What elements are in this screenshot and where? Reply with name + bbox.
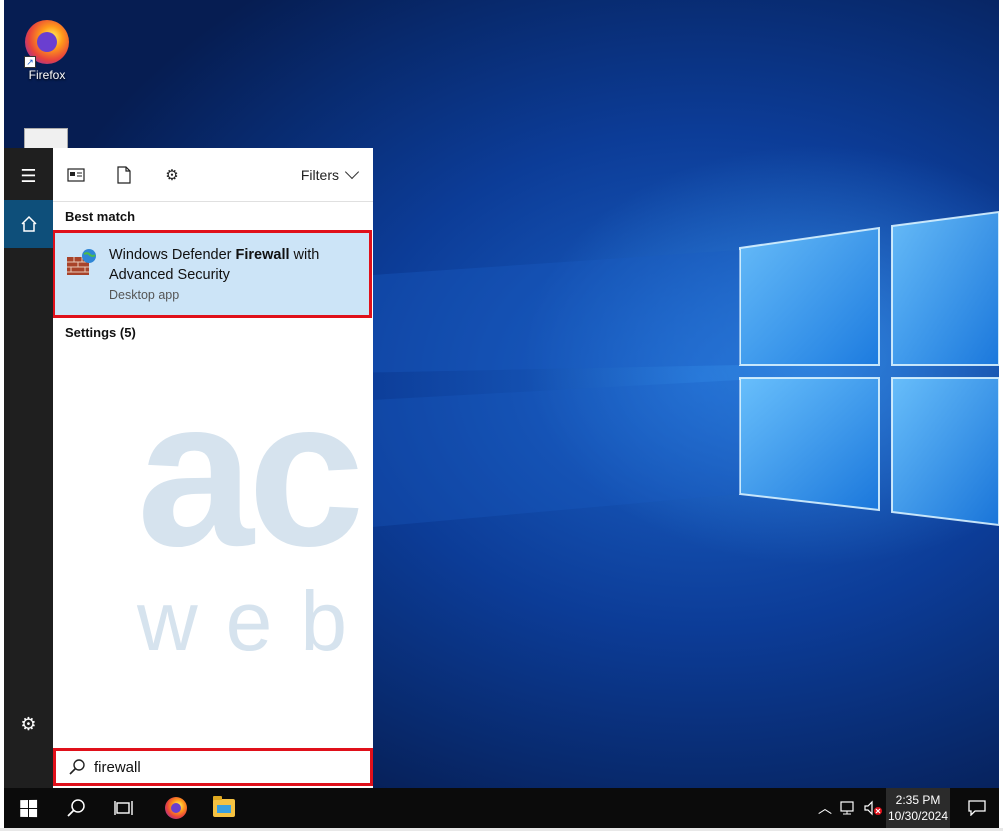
search-results-panel: ac web hosting ⚙ Filters Best match Wind… [53,148,373,788]
taskbar-file-explorer-button[interactable] [200,788,248,828]
search-box[interactable] [53,748,373,786]
network-status-button[interactable] [838,788,860,828]
apps-scope-button[interactable] [67,166,85,184]
firefox-icon [165,797,187,819]
clock-date: 10/30/2024 [887,809,949,823]
desktop-icon-label: Firefox [28,68,66,82]
firewall-icon [67,249,96,275]
home-icon [20,215,37,232]
folder-icon [213,796,235,817]
start-menu-rail: ☰ ⚙ [4,148,53,788]
chevron-up-icon: ︿ [818,800,832,816]
settings-results-heading[interactable]: Settings (5) [65,325,136,340]
taskbar: ︿ 2:35 PM 10/30/2024 [4,788,999,828]
filters-dropdown[interactable]: Filters [300,164,360,183]
task-view-icon [114,801,133,815]
taskbar-search-button[interactable] [52,788,100,828]
clock-time: 2:35 PM [895,793,941,807]
app-window-icon [67,168,85,182]
app-name-highlight: Firewall [235,247,290,263]
action-center-button[interactable] [954,788,999,828]
home-button[interactable] [4,200,53,248]
watermark-subtitle: web hosting [137,574,373,668]
windows-logo-icon [19,799,37,817]
desktop-icon-firefox[interactable]: ↗ Firefox [18,20,76,82]
best-match-heading: Best match [65,209,136,224]
search-icon [68,758,86,776]
filters-label: Filters [300,167,339,183]
best-match-type: Desktop app [109,288,180,302]
network-disconnected-icon [840,801,854,815]
show-hidden-icons-button[interactable]: ︿ [814,788,836,828]
search-scope-bar: ⚙ Filters [53,148,373,202]
start-button[interactable] [4,788,52,828]
best-match-name: Windows Defender Firewall with Advanced … [109,245,349,285]
gear-icon: ⚙ [165,167,179,184]
taskbar-firefox-button[interactable] [152,788,200,828]
search-input[interactable] [94,758,334,776]
settings-scope-button[interactable]: ⚙ [163,166,181,184]
search-icon [67,799,85,817]
document-icon [117,166,131,184]
app-name-part: Windows Defender [109,247,236,263]
hamburger-menu-button[interactable]: ☰ [4,152,53,200]
screen-border-right [999,0,1003,831]
watermark: ac [137,355,365,590]
hamburger-icon: ☰ [20,165,37,186]
taskbar-clock[interactable]: 2:35 PM 10/30/2024 [886,788,950,828]
volume-muted-icon [864,800,882,816]
shortcut-arrow-icon: ↗ [24,56,36,68]
desktop-icon-document[interactable] [24,128,68,150]
best-match-result[interactable]: Windows Defender Firewall with Advanced … [53,230,372,318]
documents-scope-button[interactable] [115,166,133,184]
gear-icon: ⚙ [20,713,37,734]
task-view-button[interactable] [100,788,148,828]
chevron-down-icon [344,164,360,180]
settings-button[interactable]: ⚙ [4,700,53,748]
volume-button[interactable] [861,788,885,828]
notification-icon [967,800,986,816]
